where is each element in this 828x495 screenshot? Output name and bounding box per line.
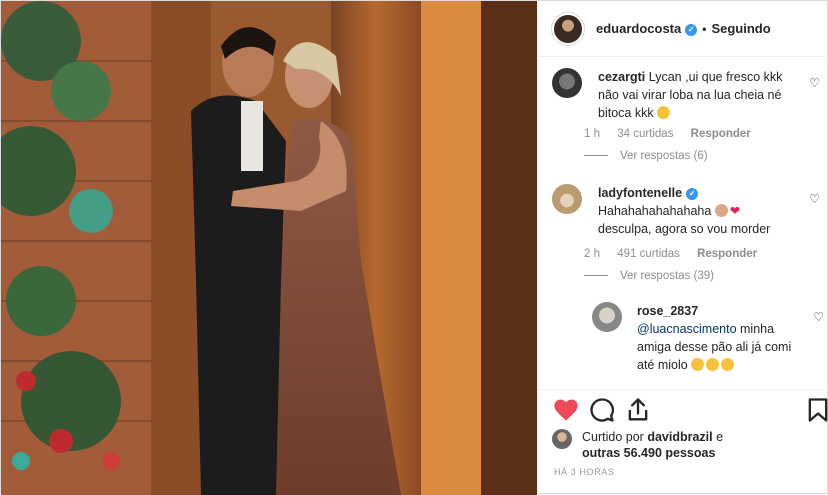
comments-list[interactable]: cezargti Lycan ,ui que fresco kkk não va… — [538, 58, 828, 388]
comment-body: ladyfontenelle ✓ Hahahahahahahaha ❤ descu… — [598, 184, 798, 238]
comment-time[interactable]: 2 h — [584, 248, 600, 260]
commenter-username-text[interactable]: ladyfontenelle — [598, 186, 682, 200]
comment-like-icon[interactable]: ♡ — [813, 310, 824, 324]
liked-by-conj: e — [716, 430, 724, 444]
photo-illustration — [1, 1, 537, 495]
verified-badge-icon: ✓ — [686, 188, 699, 200]
reply-button[interactable]: Responder — [691, 128, 751, 140]
comment-meta: 1 h 34 curtidas Responder — [584, 128, 765, 140]
comment-body: rose_2837 @luacnascimento minha amiga de… — [637, 302, 797, 374]
comment-text-line2: desculpa, agora so vou morder — [598, 222, 771, 236]
red-heart-emoji-icon: ❤ — [729, 204, 741, 218]
person-emoji-icon — [714, 204, 728, 217]
author-avatar[interactable] — [552, 12, 584, 45]
view-replies[interactable]: Ver respostas (39) — [584, 270, 714, 282]
divider-line — [584, 275, 608, 277]
post-timestamp[interactable]: HÁ 3 HORAS — [554, 467, 615, 477]
liked-by-prefix: Curtido por — [582, 430, 644, 444]
liker-avatar[interactable] — [552, 429, 572, 449]
laughing-emoji-icon — [691, 358, 705, 371]
comment-likes[interactable]: 34 curtidas — [617, 128, 673, 140]
comment-body: cezargti Lycan ,ui que fresco kkk não va… — [598, 68, 798, 122]
commenter-username[interactable]: rose_2837 — [637, 304, 698, 318]
post-header: eduardocosta ✓ • Seguindo — [538, 1, 828, 57]
comment-icon[interactable] — [588, 396, 616, 424]
commenter-avatar[interactable] — [592, 302, 622, 332]
comment-like-icon[interactable]: ♡ — [809, 76, 820, 90]
laughing-emoji-icon — [721, 358, 735, 371]
reply-button[interactable]: Responder — [697, 248, 757, 260]
mention-link[interactable]: @luacnascimento — [637, 322, 737, 336]
commenter-username[interactable]: cezargti — [598, 70, 645, 84]
share-icon[interactable] — [624, 396, 652, 424]
liker-username[interactable]: davidbrazil — [647, 430, 712, 444]
following-button[interactable]: Seguindo — [711, 21, 770, 36]
clap-emoji-icon — [657, 106, 671, 119]
heart-icon[interactable] — [552, 396, 580, 424]
action-bar — [538, 389, 828, 433]
verified-badge-icon: ✓ — [685, 24, 698, 36]
author-username[interactable]: eduardocosta ✓ — [596, 21, 698, 36]
post-photo[interactable] — [1, 1, 537, 495]
commenter-username[interactable]: ladyfontenelle ✓ — [598, 186, 699, 200]
commenter-avatar[interactable] — [552, 184, 582, 214]
liked-by-text: Curtido por davidbrazil e outras 56.490 … — [582, 429, 723, 461]
comment-meta: 2 h 491 curtidas Responder — [584, 248, 771, 260]
comment-like-icon[interactable]: ♡ — [809, 192, 820, 206]
author-username-text[interactable]: eduardocosta — [596, 21, 681, 36]
post-frame: eduardocosta ✓ • Seguindo cezargti Lycan … — [0, 0, 828, 495]
commenter-avatar[interactable] — [552, 68, 582, 98]
view-replies-label[interactable]: Ver respostas (6) — [620, 150, 708, 162]
comment-text: Hahahahahahahaha — [598, 204, 712, 218]
post-sidebar: eduardocosta ✓ • Seguindo cezargti Lycan … — [537, 1, 828, 495]
liked-by: Curtido por davidbrazil e outras 56.490 … — [552, 429, 822, 461]
comment-likes[interactable]: 491 curtidas — [617, 248, 680, 260]
divider-line — [584, 155, 608, 157]
liked-by-others[interactable]: outras 56.490 pessoas — [582, 446, 715, 460]
bookmark-icon[interactable] — [804, 396, 828, 424]
view-replies-label[interactable]: Ver respostas (39) — [620, 270, 714, 282]
comment-time[interactable]: 1 h — [584, 128, 600, 140]
laughing-emoji-icon — [706, 358, 720, 371]
separator-dot: • — [702, 21, 707, 36]
view-replies[interactable]: Ver respostas (6) — [584, 150, 708, 162]
